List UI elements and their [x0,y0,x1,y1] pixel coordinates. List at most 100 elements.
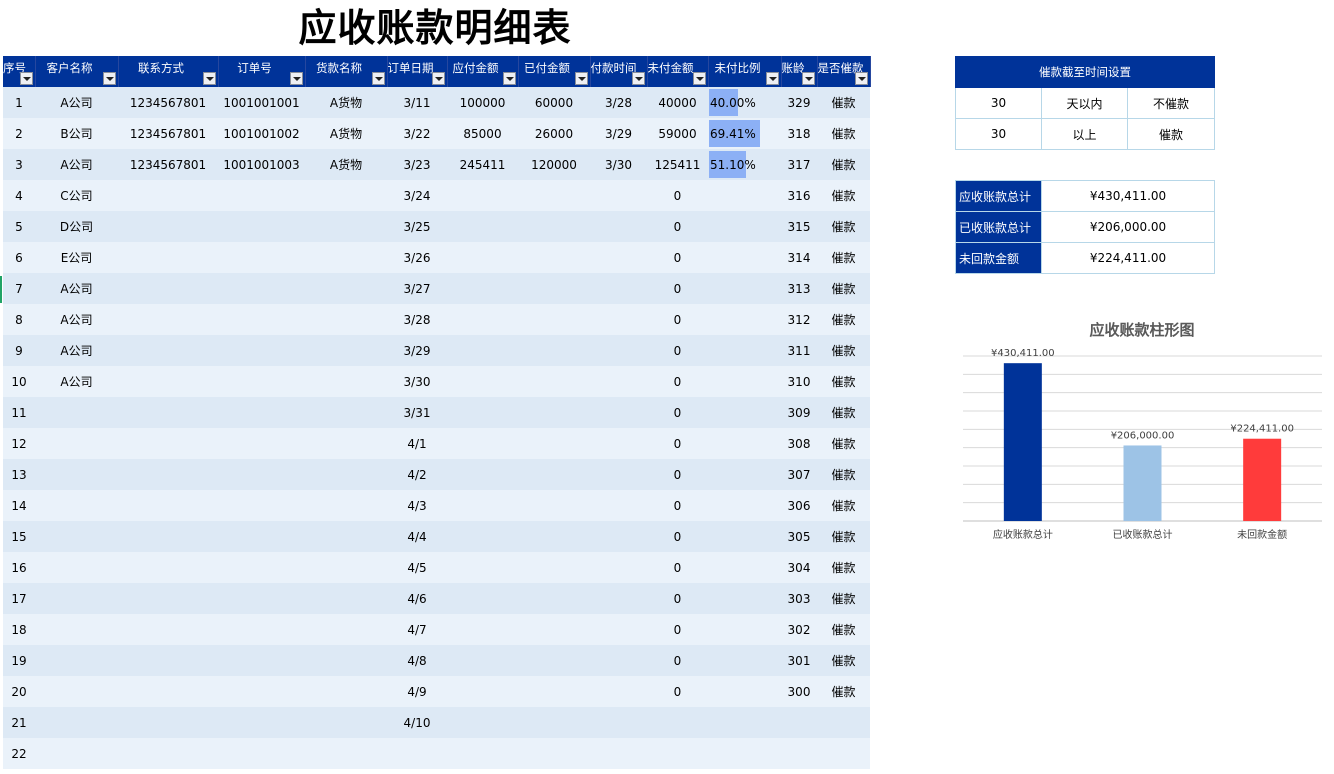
cell-goods[interactable] [305,304,387,335]
cell-ratio[interactable] [708,366,781,397]
cell-seq[interactable]: 1 [3,87,35,118]
cell-pay-time[interactable]: 3/29 [590,118,647,149]
cell-order-date[interactable]: 3/27 [387,273,447,304]
cell-contact[interactable] [118,676,218,707]
filter-dropdown-icon[interactable] [371,72,385,85]
cell-goods[interactable] [305,707,387,738]
cell-dun[interactable]: 催款 [817,180,870,211]
cell-payable[interactable] [447,211,518,242]
cell-ratio[interactable] [708,397,781,428]
cell-order-date[interactable]: 3/30 [387,366,447,397]
cell-payable[interactable] [447,645,518,676]
cell-pay-time[interactable] [590,552,647,583]
chart-bar[interactable] [1123,445,1162,521]
cell-order-no[interactable] [218,211,305,242]
cell-customer[interactable] [35,459,118,490]
cell-pay-time[interactable] [590,583,647,614]
cell-unpaid[interactable]: 0 [647,583,708,614]
cell-goods[interactable] [305,614,387,645]
cell-payable[interactable] [447,273,518,304]
cell-payable[interactable] [447,490,518,521]
cell-payable[interactable] [447,552,518,583]
cell-customer[interactable]: A公司 [35,366,118,397]
cell-dun[interactable]: 催款 [817,149,870,180]
cell-dun[interactable]: 催款 [817,366,870,397]
filter-dropdown-icon[interactable] [19,72,33,85]
cell-age[interactable]: 305 [781,521,817,552]
cell-dun[interactable]: 催款 [817,676,870,707]
cell-pay-time[interactable] [590,304,647,335]
cell-age[interactable]: 303 [781,583,817,614]
dun-range-cell[interactable]: 以上 [1041,118,1128,150]
filter-dropdown-icon[interactable] [289,72,303,85]
cell-payable[interactable] [447,738,518,769]
cell-ratio[interactable] [708,211,781,242]
cell-pay-time[interactable] [590,676,647,707]
cell-pay-time[interactable] [590,180,647,211]
filter-dropdown-icon[interactable] [692,72,706,85]
cell-payable[interactable] [447,335,518,366]
cell-contact[interactable] [118,583,218,614]
cell-unpaid[interactable]: 59000 [647,118,708,149]
cell-order-no[interactable] [218,614,305,645]
cell-ratio[interactable]: 69.41% [708,118,781,149]
cell-paid[interactable]: 120000 [518,149,590,180]
cell-age[interactable]: 317 [781,149,817,180]
column-header-pay-time[interactable]: 付款时间 [590,56,648,87]
cell-pay-time[interactable] [590,366,647,397]
cell-goods[interactable]: A货物 [305,87,387,118]
cell-dun[interactable] [817,738,870,769]
cell-contact[interactable] [118,180,218,211]
cell-pay-time[interactable]: 3/28 [590,87,647,118]
cell-seq[interactable]: 22 [3,738,35,769]
cell-age[interactable] [781,707,817,738]
cell-customer[interactable] [35,707,118,738]
cell-paid[interactable] [518,304,590,335]
cell-pay-time[interactable] [590,397,647,428]
filter-dropdown-icon[interactable] [854,72,868,85]
cell-dun[interactable]: 催款 [817,242,870,273]
cell-seq[interactable]: 9 [3,335,35,366]
cell-goods[interactable] [305,273,387,304]
cell-unpaid[interactable]: 0 [647,335,708,366]
cell-order-no[interactable] [218,397,305,428]
cell-dun[interactable]: 催款 [817,211,870,242]
cell-goods[interactable] [305,366,387,397]
cell-unpaid[interactable]: 0 [647,366,708,397]
dun-days-cell[interactable]: 30 [955,87,1042,119]
cell-unpaid[interactable]: 0 [647,521,708,552]
cell-order-no[interactable] [218,335,305,366]
cell-order-date[interactable]: 4/9 [387,676,447,707]
cell-ratio[interactable] [708,707,781,738]
cell-payable[interactable] [447,614,518,645]
cell-order-date[interactable]: 3/28 [387,304,447,335]
cell-payable[interactable] [447,459,518,490]
cell-seq[interactable]: 5 [3,211,35,242]
cell-order-date[interactable]: 4/2 [387,459,447,490]
cell-customer[interactable]: A公司 [35,335,118,366]
filter-dropdown-icon[interactable] [765,72,779,85]
cell-paid[interactable] [518,738,590,769]
cell-order-date[interactable]: 3/31 [387,397,447,428]
column-header-dun[interactable]: 是否催款 [817,56,871,87]
cell-customer[interactable] [35,397,118,428]
cell-age[interactable]: 314 [781,242,817,273]
cell-pay-time[interactable] [590,521,647,552]
cell-age[interactable]: 302 [781,614,817,645]
cell-unpaid[interactable]: 0 [647,397,708,428]
cell-age[interactable]: 308 [781,428,817,459]
cell-goods[interactable] [305,180,387,211]
cell-unpaid[interactable]: 0 [647,552,708,583]
column-header-contact[interactable]: 联系方式 [118,56,219,87]
cell-payable[interactable] [447,366,518,397]
cell-seq[interactable]: 16 [3,552,35,583]
cell-goods[interactable]: A货物 [305,149,387,180]
cell-dun[interactable]: 催款 [817,490,870,521]
cell-order-date[interactable]: 4/5 [387,552,447,583]
cell-pay-time[interactable] [590,645,647,676]
cell-customer[interactable] [35,676,118,707]
cell-paid[interactable] [518,521,590,552]
cell-unpaid[interactable]: 0 [647,614,708,645]
cell-paid[interactable]: 26000 [518,118,590,149]
cell-unpaid[interactable]: 0 [647,428,708,459]
